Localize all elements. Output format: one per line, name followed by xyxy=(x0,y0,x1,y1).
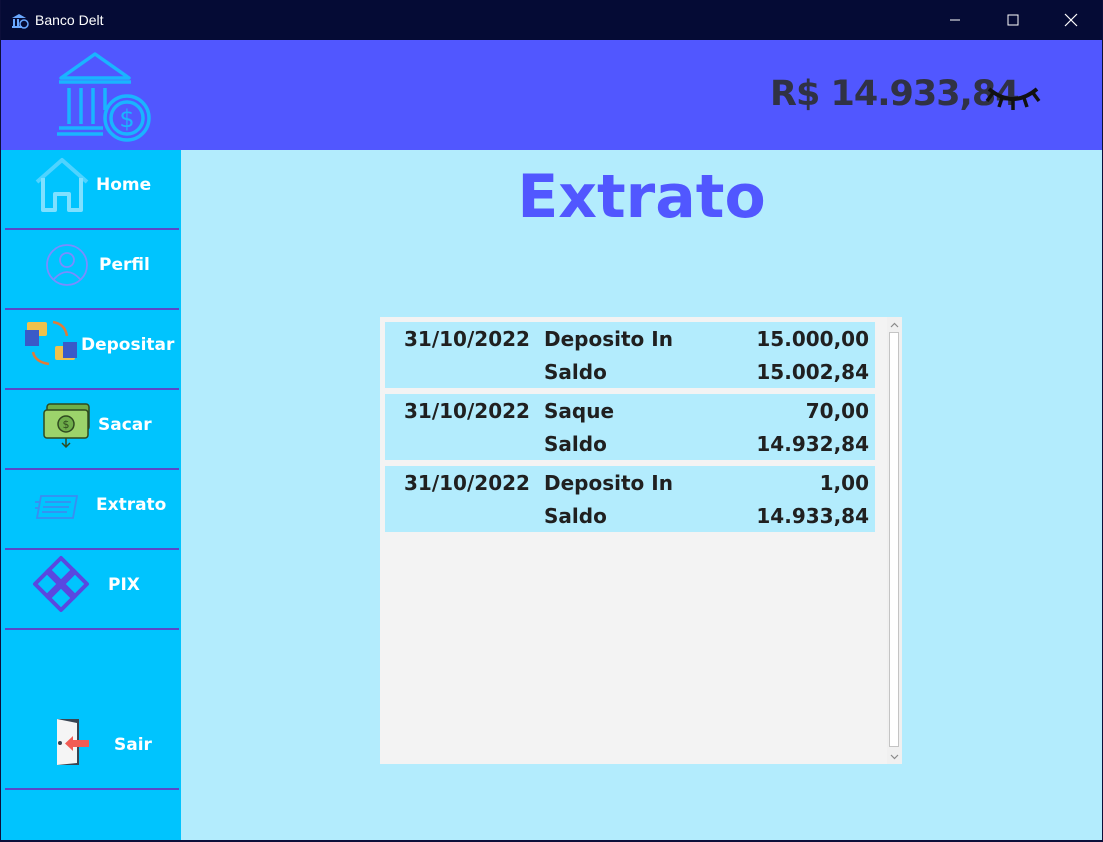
account-balance: R$ 14.933,84 xyxy=(770,74,1020,114)
sidebar-item-home[interactable]: Home xyxy=(1,150,181,230)
scroll-up-button[interactable] xyxy=(887,317,902,332)
close-icon xyxy=(1064,13,1078,27)
sidebar-item-label: Sacar xyxy=(98,415,152,435)
divider xyxy=(5,788,179,790)
pix-icon xyxy=(33,556,89,612)
eye-closed-icon[interactable] xyxy=(985,79,1041,113)
minimize-button[interactable] xyxy=(926,0,984,40)
entry-date: 31/10/2022 xyxy=(404,327,530,351)
sidebar-item-pix[interactable]: PIX xyxy=(1,550,181,630)
svg-text:$: $ xyxy=(119,105,134,133)
entry-description: Saque xyxy=(544,399,615,423)
cash-icon: $ xyxy=(43,403,90,449)
entry-amount: 70,00 xyxy=(805,399,869,423)
page-title: Extrato xyxy=(517,162,766,232)
sidebar-item-label: Perfil xyxy=(99,255,150,275)
sidebar-item-sair[interactable]: Sair xyxy=(1,710,181,790)
entry-date: 31/10/2022 xyxy=(404,471,530,495)
bank-icon: $ xyxy=(57,52,151,142)
chevron-down-icon xyxy=(890,754,899,759)
entry-description: Deposito In xyxy=(544,471,673,495)
entry-description: Deposito In xyxy=(544,327,673,351)
statement-entry: 31/10/2022 Saque 70,00 Saldo 14.932,84 xyxy=(385,394,875,460)
statement-entry: 31/10/2022 Deposito In 1,00 Saldo 14.933… xyxy=(385,466,875,532)
statement-entry: 31/10/2022 Deposito In 15.000,00 Saldo 1… xyxy=(385,322,875,388)
svg-text:$: $ xyxy=(63,418,70,431)
home-icon xyxy=(35,158,89,212)
window-titlebar: Banco Delt xyxy=(1,0,1102,40)
entry-balance: 14.933,84 xyxy=(756,504,869,528)
user-icon xyxy=(46,244,88,286)
sidebar-item-sacar[interactable]: $ Sacar xyxy=(1,390,181,470)
sidebar-item-label: Depositar xyxy=(81,335,175,355)
vertical-scrollbar[interactable] xyxy=(887,317,902,764)
entry-date: 31/10/2022 xyxy=(404,399,530,423)
maximize-icon xyxy=(1007,14,1019,26)
sidebar-item-extrato[interactable]: Extrato xyxy=(1,470,181,550)
entry-balance: 15.002,84 xyxy=(756,360,869,384)
sidebar-item-label: Extrato xyxy=(96,495,167,515)
entry-balance-label: Saldo xyxy=(544,504,607,528)
entry-balance-label: Saldo xyxy=(544,360,607,384)
entry-balance-label: Saldo xyxy=(544,432,607,456)
entry-amount: 15.000,00 xyxy=(756,327,869,351)
deposit-icon xyxy=(25,320,77,366)
main-content: Extrato 31/10/2022 Deposito In 15.000,00… xyxy=(181,150,1102,840)
sidebar-item-perfil[interactable]: Perfil xyxy=(1,230,181,310)
chevron-up-icon xyxy=(890,322,899,327)
entry-amount: 1,00 xyxy=(819,471,869,495)
scroll-down-button[interactable] xyxy=(887,749,902,764)
maximize-button[interactable] xyxy=(984,0,1042,40)
minimize-icon xyxy=(950,19,960,21)
sidebar-item-label: Sair xyxy=(114,735,152,755)
window-title: Banco Delt xyxy=(35,12,104,28)
entry-balance: 14.932,84 xyxy=(756,432,869,456)
statement-icon xyxy=(35,495,79,519)
close-button[interactable] xyxy=(1042,0,1100,40)
sidebar-item-depositar[interactable]: Depositar xyxy=(1,310,181,390)
header-bar: $ R$ 14.933,84 xyxy=(1,40,1102,150)
sidebar: Home Perfil Depositar $ Sacar Extrato PI… xyxy=(1,150,181,840)
app-icon xyxy=(12,14,29,29)
sidebar-item-label: Home xyxy=(96,175,152,195)
divider xyxy=(5,628,179,630)
statement-list: 31/10/2022 Deposito In 15.000,00 Saldo 1… xyxy=(380,317,902,764)
scroll-thumb[interactable] xyxy=(889,332,899,747)
exit-door-icon xyxy=(57,719,89,765)
sidebar-item-label: PIX xyxy=(108,575,140,595)
